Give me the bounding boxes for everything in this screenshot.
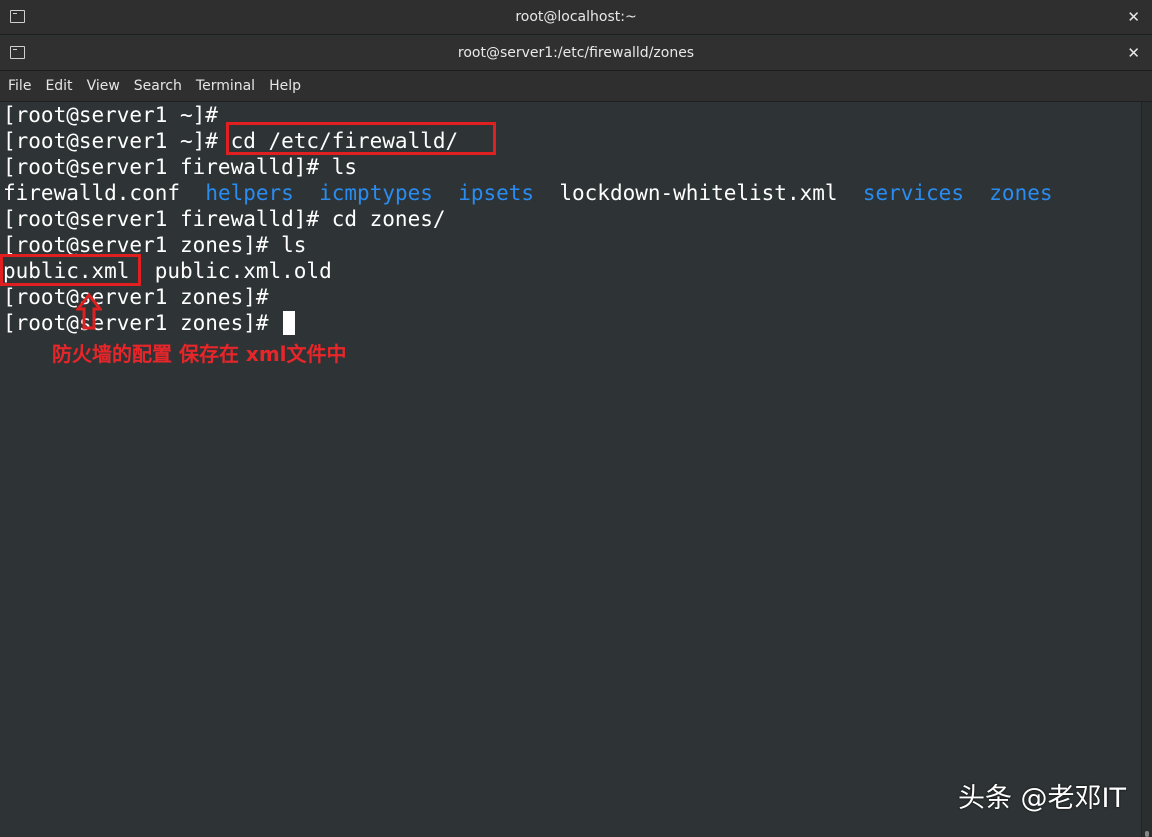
terminal-line: [root@server1 firewalld]# ls: [3, 155, 358, 179]
highlight-box-public-xml: [0, 254, 141, 286]
prompt-text: [root@server1 zones]#: [3, 311, 282, 335]
menu-view[interactable]: View: [80, 71, 127, 101]
terminal-line: [root@server1 zones]#: [3, 285, 269, 309]
menu-file[interactable]: File: [0, 71, 38, 101]
terminal-window: root@localhost:~ ✕ root@server1:/etc/fir…: [0, 0, 1152, 837]
menu-bar: File Edit View Search Terminal Help: [0, 71, 1152, 102]
file-firewalld-conf: firewalld.conf: [3, 181, 181, 205]
dir-helpers: helpers: [205, 181, 294, 205]
scrollbar-thumb[interactable]: [1145, 831, 1149, 837]
watermark: 头条 @老邓IT: [957, 783, 1126, 814]
menu-edit[interactable]: Edit: [38, 71, 79, 101]
terminal-output[interactable]: [root@server1 ~]# [root@server1 ~]# cd /…: [0, 102, 1142, 837]
highlight-box-cd-command: [226, 122, 496, 155]
menu-terminal[interactable]: Terminal: [189, 71, 262, 101]
outer-window-title: root@localhost:~: [515, 9, 637, 25]
text-cursor: [283, 311, 296, 335]
terminal-line: [root@server1 ~]#: [3, 103, 218, 127]
terminal-line: [root@server1 firewalld]# cd zones/: [3, 207, 446, 231]
dir-zones: zones: [989, 181, 1053, 205]
terminal-scrollbar[interactable]: [1141, 102, 1152, 837]
menu-search[interactable]: Search: [127, 71, 189, 101]
inner-titlebar[interactable]: root@server1:/etc/firewalld/zones ✕: [0, 36, 1152, 71]
menu-help[interactable]: Help: [262, 71, 308, 101]
ls-output-line: firewalld.conf helpers icmptypes ipsets …: [3, 180, 1053, 206]
file-lockdown-whitelist: lockdown-whitelist.xml: [559, 181, 838, 205]
terminal-prompt-line: [root@server1 zones]#: [3, 310, 296, 336]
inner-window-title: root@server1:/etc/firewalld/zones: [457, 45, 695, 61]
outer-close-icon[interactable]: ✕: [1127, 0, 1140, 34]
annotation-text: 防火墙的配置 保存在 xml文件中: [52, 342, 347, 366]
dir-ipsets: ipsets: [458, 181, 535, 205]
up-arrow-icon: [76, 293, 102, 330]
outer-titlebar[interactable]: root@localhost:~ ✕: [0, 0, 1152, 35]
inner-close-icon[interactable]: ✕: [1127, 36, 1140, 70]
dir-icmptypes: icmptypes: [319, 181, 433, 205]
dir-services: services: [862, 181, 964, 205]
